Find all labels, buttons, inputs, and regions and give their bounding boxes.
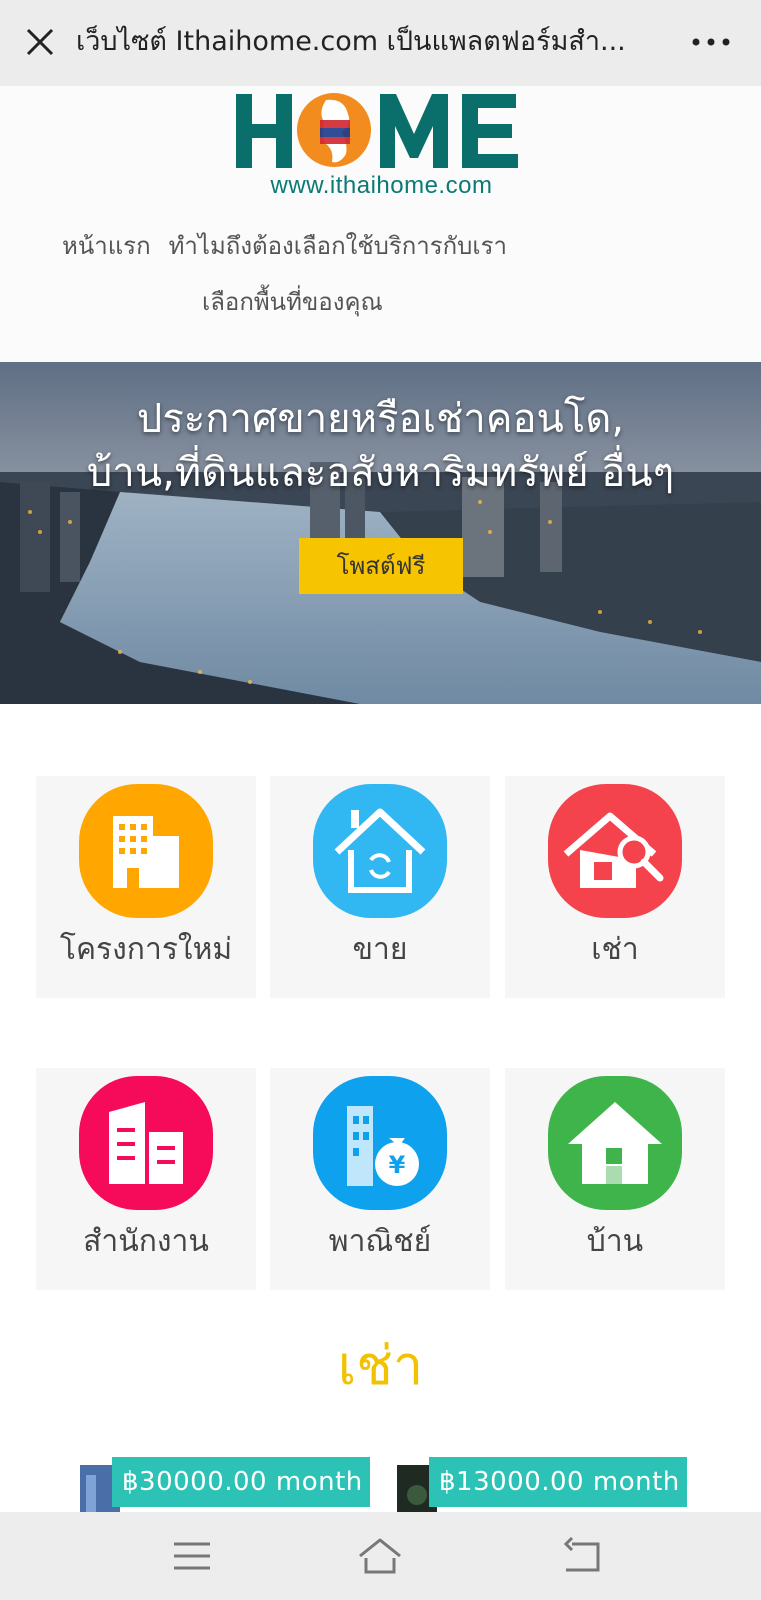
nav-home[interactable]: หน้าแรก [62,232,151,260]
nav-choose-area[interactable]: เลือกพื้นที่ของคุณ [202,282,383,321]
category-label: โครงการใหม่ [59,932,233,967]
main-nav: หน้าแรก ทำไมถึงต้องเลือกใช้บริการกับเรา [62,226,525,265]
hero-headline: ประกาศขายหรือเช่าคอนโด, บ้าน,ที่ดินและอส… [0,392,761,500]
category-office[interactable]: สำนักงาน [36,1068,256,1290]
section-title-rent: เช่า [337,1334,424,1397]
close-icon[interactable] [20,22,60,62]
post-free-button[interactable]: โพสต์ฟรี [299,538,463,594]
site-header: www.ithaihome.com หน้าแรก ทำไมถึงต้องเลือ… [0,86,761,362]
home-outline-icon[interactable] [356,1532,404,1580]
commercial-money-icon: ¥ [313,1076,447,1210]
category-label: พาณิชย์ [328,1224,432,1259]
hero-headline-line2: บ้าน,ที่ดินและอสังหาริมทรัพย์ อื่นๆ [86,450,675,496]
house-search-icon [548,784,682,918]
category-commercial[interactable]: ¥ พาณิชย์ [270,1068,490,1290]
category-label: บ้าน [586,1224,644,1259]
logo-url: www.ithaihome.com [270,172,493,199]
category-label: ขาย [352,932,408,967]
category-label: สำนักงาน [83,1224,209,1259]
home-icon [548,1076,682,1210]
browser-top-bar: เว็บไซต์ Ithaihome.com เป็นแพลตฟอร์มสำ..… [0,0,761,86]
system-nav-bar [0,1512,761,1600]
category-rent[interactable]: เช่า [505,776,725,998]
hero-banner: ประกาศขายหรือเช่าคอนโด, บ้าน,ที่ดินและอส… [0,362,761,704]
listing-card[interactable]: ฿13000.00 month [397,1457,687,1513]
more-dots-icon[interactable] [686,22,736,62]
office-icon [79,1076,213,1210]
logo-wordmark [236,93,518,168]
listing-price: ฿30000.00 month [112,1457,370,1507]
site-logo[interactable]: www.ithaihome.com [234,92,529,200]
category-label: เช่า [591,932,639,967]
nav-why-us[interactable]: ทำไมถึงต้องเลือกใช้บริการกับเรา [169,232,507,260]
menu-icon[interactable] [168,1532,216,1580]
hero-headline-line1: ประกาศขายหรือเช่าคอนโด, [136,396,625,442]
house-sale-icon [313,784,447,918]
building-icon [79,784,213,918]
listing-card[interactable]: ฿30000.00 month [80,1457,370,1513]
page-title: เว็บไซต์ Ithaihome.com เป็นแพลตฟอร์มสำ..… [76,26,626,57]
listing-price: ฿13000.00 month [429,1457,687,1507]
category-sale[interactable]: ขาย [270,776,490,998]
category-new-project[interactable]: โครงการใหม่ [36,776,256,998]
back-icon[interactable] [558,1532,606,1580]
category-house[interactable]: บ้าน [505,1068,725,1290]
svg-text:¥: ¥ [389,1151,406,1179]
